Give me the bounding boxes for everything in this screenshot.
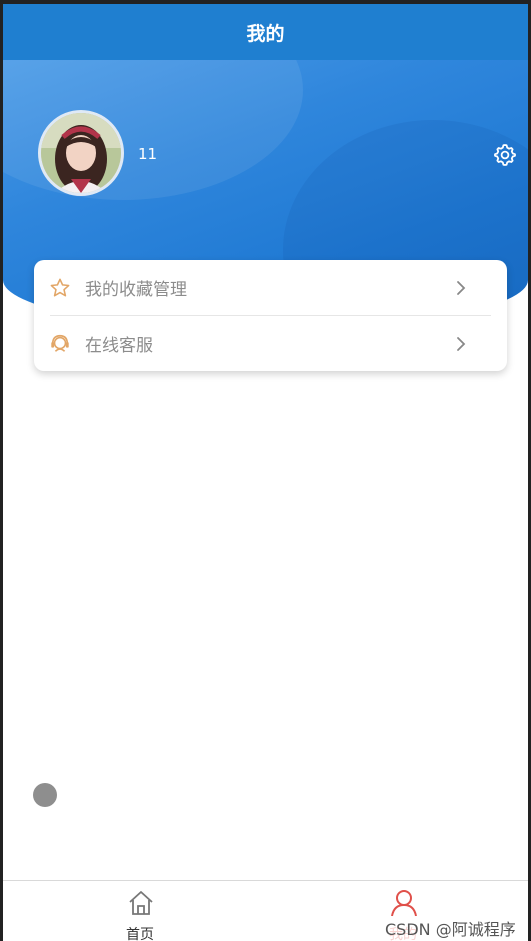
menu-item-label: 在线客服 — [85, 336, 153, 356]
chevron-right-icon — [457, 280, 466, 295]
username: 11 — [138, 145, 158, 163]
gear-icon — [494, 144, 516, 166]
avatar[interactable] — [38, 110, 124, 196]
page-title: 我的 — [246, 22, 285, 45]
menu-item-favorites[interactable]: 我的收藏管理 — [34, 260, 507, 315]
tab-home[interactable]: 首页 — [100, 887, 180, 941]
star-icon — [50, 278, 70, 296]
tab-label: 首页 — [126, 927, 154, 941]
menu-card: 我的收藏管理 在线客服 — [34, 260, 507, 371]
user-icon — [391, 890, 417, 917]
watermark: CSDN @阿诚程序 — [383, 916, 518, 940]
home-icon — [129, 891, 153, 915]
settings-button[interactable] — [493, 143, 517, 167]
top-navbar: 我的 — [3, 4, 528, 60]
menu-item-customer-service[interactable]: 在线客服 — [34, 316, 507, 371]
floating-assistive-button[interactable] — [33, 783, 57, 807]
app-screen: 我的 11 我的收藏管理 在线客服 首页 CSDN @阿诚程序 — [0, 0, 531, 941]
avatar-image — [41, 113, 121, 193]
customer-service-icon — [51, 334, 69, 352]
menu-item-label: 我的收藏管理 — [85, 280, 187, 300]
chevron-right-icon — [457, 336, 466, 351]
